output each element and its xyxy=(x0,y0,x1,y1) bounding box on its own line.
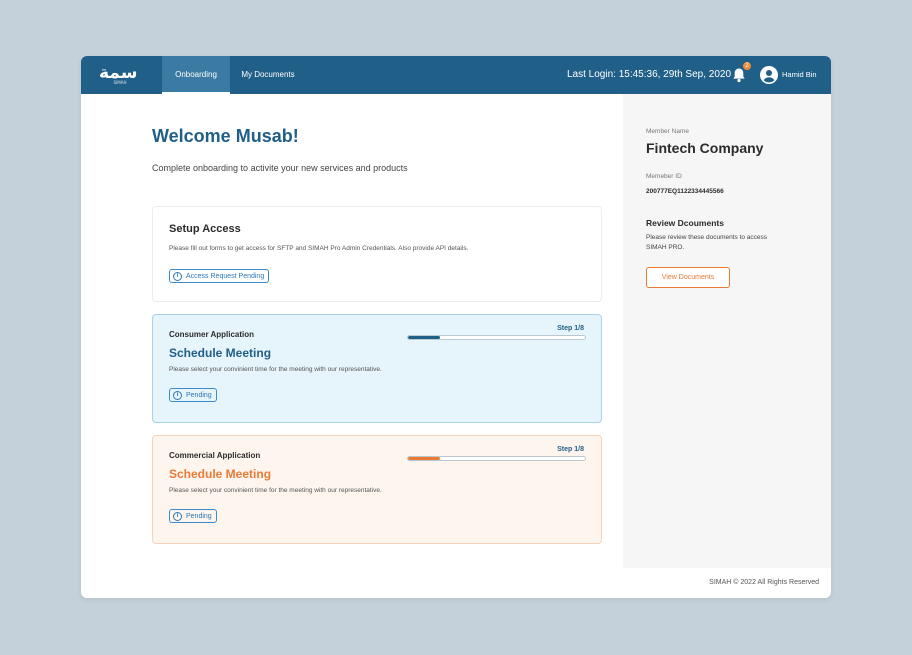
tab-my-documents[interactable]: My Documents xyxy=(230,56,306,94)
consumer-progress-bar xyxy=(407,335,586,340)
commercial-status-label: Pending xyxy=(186,512,212,520)
consumer-application-card[interactable]: Consumer Application Step 1/8 Schedule M… xyxy=(152,314,602,423)
review-documents-description: Please review these documents to access … xyxy=(646,234,768,251)
commercial-progress-bar xyxy=(407,456,586,461)
commercial-application-label: Commercial Application xyxy=(169,451,261,460)
member-id-value: 200777EQ1122334445566 xyxy=(646,188,724,195)
member-sidebar: Member Name Fintech Company Memeber ID 2… xyxy=(623,94,831,568)
simah-logo[interactable]: سمة SIMAH xyxy=(99,65,141,87)
notification-badge: 2 xyxy=(743,62,751,70)
footer-copyright: SIMAH © 2022 All Rights Reserved xyxy=(709,579,819,586)
commercial-description: Please select your convinient time for t… xyxy=(169,487,382,494)
info-icon: i xyxy=(173,511,182,521)
consumer-application-label: Consumer Application xyxy=(169,330,255,339)
consumer-status-badge: i Pending xyxy=(169,388,217,402)
tab-onboarding-label: Onboarding xyxy=(175,70,217,79)
access-request-status-label: Access Request Pending xyxy=(186,272,265,280)
commercial-application-card[interactable]: Commercial Application Step 1/8 Schedule… xyxy=(152,435,602,544)
page-subtitle: Complete onboarding to activite your new… xyxy=(152,163,408,173)
page-title: Welcome Musab! xyxy=(152,126,299,146)
user-name[interactable]: Hamid Bin xyxy=(782,56,817,94)
access-request-status-badge: i Access Request Pending xyxy=(169,269,270,283)
commercial-step-label: Step 1/8 xyxy=(557,446,584,453)
app-window: سمة SIMAH Onboarding My Documents Last L… xyxy=(81,56,831,598)
last-login-text: Last Login: 15:45:36, 29th Sep, 2020 xyxy=(567,69,732,80)
view-documents-button[interactable]: View Documents xyxy=(646,267,730,288)
consumer-schedule-meeting-heading: Schedule Meeting xyxy=(169,346,272,360)
consumer-status-label: Pending xyxy=(186,391,212,399)
setup-access-card[interactable]: Setup Access Please fill out forms to ge… xyxy=(152,206,602,302)
user-avatar-icon[interactable] xyxy=(760,66,778,84)
top-navigation-bar: سمة SIMAH Onboarding My Documents Last L… xyxy=(81,56,831,94)
commercial-progress-fill xyxy=(408,457,440,460)
commercial-status-badge: i Pending xyxy=(169,509,217,523)
info-icon: i xyxy=(173,390,182,400)
consumer-description: Please select your convinient time for t… xyxy=(169,366,382,373)
setup-access-title: Setup Access xyxy=(169,223,241,235)
member-id-label: Memeber ID xyxy=(646,173,682,180)
main-content: Welcome Musab! Complete onboarding to ac… xyxy=(81,94,623,598)
tab-onboarding[interactable]: Onboarding xyxy=(162,56,230,94)
commercial-schedule-meeting-heading: Schedule Meeting xyxy=(169,467,272,481)
consumer-progress-fill xyxy=(408,336,440,339)
tab-my-documents-label: My Documents xyxy=(241,70,295,79)
member-name-value: Fintech Company xyxy=(646,140,764,156)
consumer-step-label: Step 1/8 xyxy=(557,325,584,332)
member-name-label: Member Name xyxy=(646,128,689,135)
review-documents-title: Review Dcouments xyxy=(646,218,724,228)
info-icon: i xyxy=(173,271,182,281)
logo-subtext: SIMAH xyxy=(113,80,127,85)
setup-access-description: Please fill out forms to get access for … xyxy=(169,245,469,252)
